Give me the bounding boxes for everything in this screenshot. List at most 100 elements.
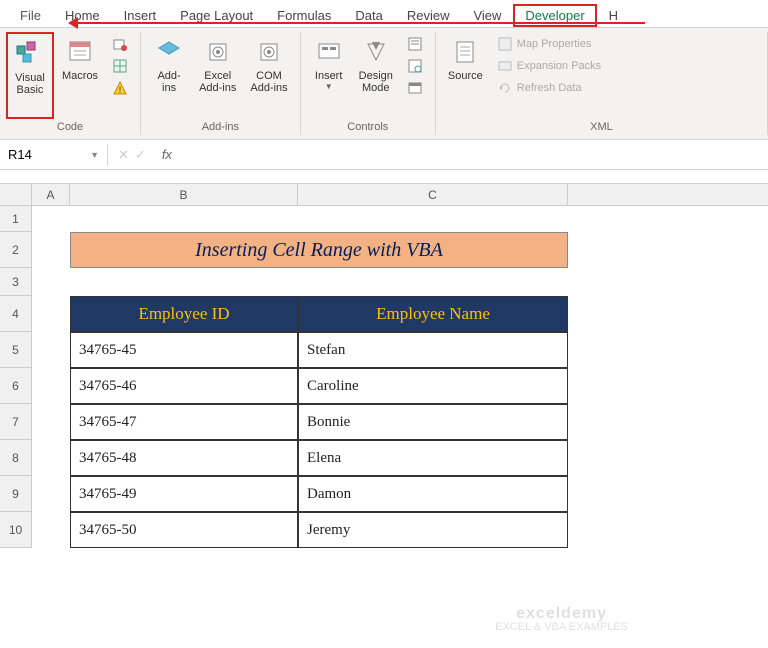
enter-icon[interactable]: ✓ (135, 147, 146, 163)
design-mode-label: Design Mode (359, 70, 393, 94)
visual-basic-button[interactable]: Visual Basic (6, 32, 54, 119)
cell-B3[interactable] (70, 268, 298, 296)
row-header-9[interactable]: 9 (0, 476, 32, 512)
row-header-7[interactable]: 7 (0, 404, 32, 440)
cell-C3[interactable] (298, 268, 568, 296)
watermark-tag: EXCEL & VBA EXAMPLES (495, 622, 628, 633)
excel-addins-icon (202, 36, 234, 68)
cell-C10[interactable]: Jeremy (298, 512, 568, 548)
macro-security-button[interactable]: ! (108, 78, 132, 98)
grid-icon (112, 58, 128, 74)
fx-label[interactable]: fx (156, 147, 178, 162)
name-box-value: R14 (8, 147, 32, 162)
properties-button[interactable] (403, 34, 427, 54)
cell-A8[interactable] (32, 440, 70, 476)
design-mode-button[interactable]: Design Mode (353, 32, 399, 119)
row-header-3[interactable]: 3 (0, 268, 32, 296)
row-header-5[interactable]: 5 (0, 332, 32, 368)
row-1: 1 (0, 206, 768, 232)
row-header-6[interactable]: 6 (0, 368, 32, 404)
spreadsheet-grid: A B C 1 2 Inserting Cell Range with VBA … (0, 184, 768, 548)
addins-button[interactable]: Add- ins (147, 32, 191, 119)
row-10: 10 34765-50 Jeremy (0, 512, 768, 548)
cell-A4[interactable] (32, 296, 70, 332)
ribbon-group-controls: Insert ▼ Design Mode Controls (301, 32, 436, 135)
row-header-4[interactable]: 4 (0, 296, 32, 332)
row-7: 7 34765-47 Bonnie (0, 404, 768, 440)
header-employee-id[interactable]: Employee ID (70, 296, 298, 332)
cell-B6[interactable]: 34765-46 (70, 368, 298, 404)
cell-B8[interactable]: 34765-48 (70, 440, 298, 476)
cell-B10[interactable]: 34765-50 (70, 512, 298, 548)
chevron-down-icon[interactable]: ▼ (90, 150, 99, 160)
chevron-down-icon: ▼ (325, 82, 333, 91)
expansion-icon (497, 58, 513, 74)
ribbon-group-xml: Source Map Properties Expansion Packs Re… (436, 32, 768, 135)
formula-bar-row: R14 ▼ ✕ ✓ fx (0, 140, 768, 170)
code-small-buttons: ! (106, 32, 134, 119)
cell-C5[interactable]: Stefan (298, 332, 568, 368)
col-header-B[interactable]: B (70, 184, 298, 205)
run-dialog-button[interactable] (403, 78, 427, 98)
com-addins-button[interactable]: COM Add-ins (244, 32, 293, 119)
refresh-data-button[interactable]: Refresh Data (493, 78, 605, 98)
row-header-8[interactable]: 8 (0, 440, 32, 476)
cell-C6[interactable]: Caroline (298, 368, 568, 404)
row-6: 6 34765-46 Caroline (0, 368, 768, 404)
formula-input[interactable] (178, 144, 768, 165)
xml-group-label: XML (442, 119, 761, 135)
cancel-icon[interactable]: ✕ (118, 147, 129, 163)
cell-C8[interactable]: Elena (298, 440, 568, 476)
excel-addins-button[interactable]: Excel Add-ins (193, 32, 242, 119)
xml-small-buttons: Map Properties Expansion Packs Refresh D… (491, 32, 607, 119)
cell-C9[interactable]: Damon (298, 476, 568, 512)
macros-icon (64, 36, 96, 68)
name-box[interactable]: R14 ▼ (0, 144, 108, 165)
run-dialog-icon (407, 80, 423, 96)
expansion-packs-button[interactable]: Expansion Packs (493, 56, 605, 76)
cell-B5[interactable]: 34765-45 (70, 332, 298, 368)
svg-text:!: ! (119, 85, 122, 95)
tab-file[interactable]: File (8, 4, 53, 27)
record-macro-button[interactable] (108, 34, 132, 54)
title-cell[interactable]: Inserting Cell Range with VBA (70, 232, 568, 268)
map-properties-button[interactable]: Map Properties (493, 34, 605, 54)
ribbon-group-code: Visual Basic Macros ! Code (0, 32, 141, 135)
cell-B1[interactable] (70, 206, 298, 232)
cell-A1[interactable] (32, 206, 70, 232)
source-button[interactable]: Source (442, 32, 489, 119)
source-icon (449, 36, 481, 68)
row-header-10[interactable]: 10 (0, 512, 32, 548)
controls-insert-button[interactable]: Insert ▼ (307, 32, 351, 119)
controls-group-label: Controls (307, 119, 429, 135)
relative-ref-button[interactable] (108, 56, 132, 76)
header-employee-name[interactable]: Employee Name (298, 296, 568, 332)
cell-A9[interactable] (32, 476, 70, 512)
view-code-button[interactable] (403, 56, 427, 76)
cell-A5[interactable] (32, 332, 70, 368)
row-5: 5 34765-45 Stefan (0, 332, 768, 368)
cell-C7[interactable]: Bonnie (298, 404, 568, 440)
row-header-2[interactable]: 2 (0, 232, 32, 268)
annotation-arrow (70, 22, 645, 24)
cell-C1[interactable] (298, 206, 568, 232)
formula-buttons: ✕ ✓ (108, 147, 156, 163)
select-all-corner[interactable] (0, 184, 32, 205)
excel-addins-label: Excel Add-ins (199, 70, 236, 94)
cell-A6[interactable] (32, 368, 70, 404)
macros-button[interactable]: Macros (56, 32, 104, 119)
watermark: exceldemy EXCEL & VBA EXAMPLES (495, 606, 628, 633)
col-header-A[interactable]: A (32, 184, 70, 205)
row-header-1[interactable]: 1 (0, 206, 32, 232)
record-icon (112, 36, 128, 52)
cell-B9[interactable]: 34765-49 (70, 476, 298, 512)
cell-B7[interactable]: 34765-47 (70, 404, 298, 440)
cell-A2[interactable] (32, 232, 70, 268)
macros-label: Macros (62, 70, 98, 82)
row-9: 9 34765-49 Damon (0, 476, 768, 512)
visual-basic-label: Visual Basic (15, 72, 45, 96)
cell-A3[interactable] (32, 268, 70, 296)
cell-A7[interactable] (32, 404, 70, 440)
col-header-C[interactable]: C (298, 184, 568, 205)
cell-A10[interactable] (32, 512, 70, 548)
